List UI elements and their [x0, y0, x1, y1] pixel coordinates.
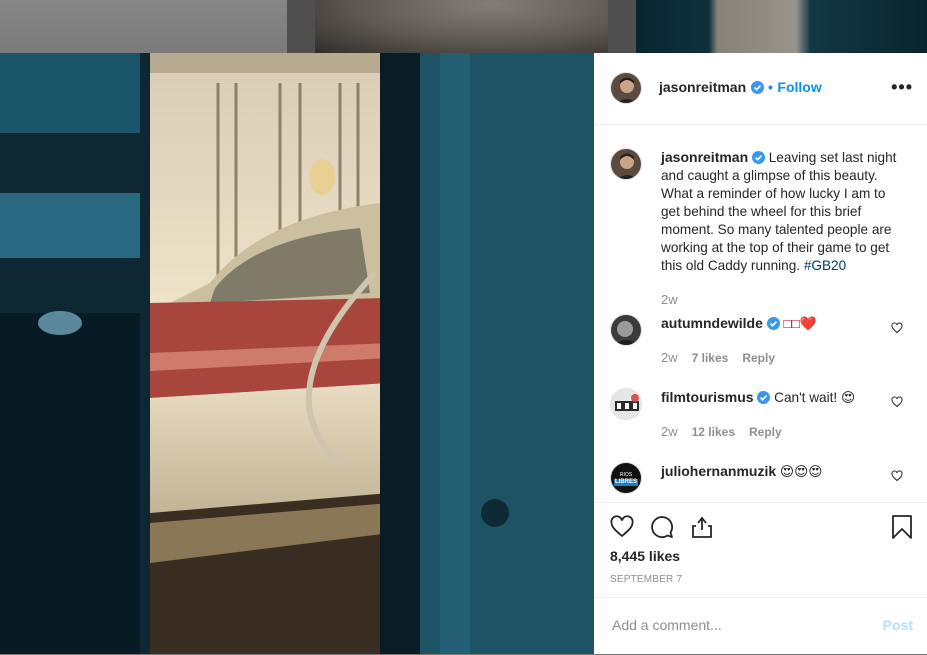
- post-actions: 8,445 likes SEPTEMBER 7: [594, 502, 927, 598]
- author-avatar-image: [611, 73, 641, 103]
- comments-list[interactable]: jasonreitman Leaving set last night and …: [594, 124, 927, 502]
- heart-icon[interactable]: [610, 515, 634, 539]
- verified-badge-icon: [766, 317, 780, 330]
- hashtag-link[interactable]: #GB20: [804, 258, 846, 273]
- likes-count[interactable]: 8,445 likes: [610, 548, 680, 564]
- post-photo[interactable]: [0, 53, 594, 654]
- avatar-badge-line1: RIOS: [619, 472, 633, 478]
- author-avatar[interactable]: [610, 72, 642, 104]
- caption-age: 2w: [661, 292, 678, 307]
- comment-age: 2w: [661, 350, 678, 365]
- comment-heart-icon[interactable]: [891, 396, 903, 408]
- commenter-avatar[interactable]: [610, 388, 642, 420]
- follow-button[interactable]: Follow: [777, 79, 821, 95]
- post-photo-image: [0, 53, 594, 654]
- caption-username[interactable]: jasonreitman: [661, 149, 748, 165]
- comment-heart-icon[interactable]: [891, 322, 903, 334]
- share-icon[interactable]: [690, 515, 714, 539]
- caption-text: Leaving set last night and caught a glim…: [661, 150, 897, 273]
- post-sidebar: jasonreitman • Follow ••• jasonreitman L…: [594, 53, 927, 654]
- comment-text: □□❤️: [783, 316, 817, 331]
- add-comment-bar: Post: [594, 597, 927, 655]
- comment-likes[interactable]: 7 likes: [692, 351, 729, 365]
- comment-text: Can't wait! 😍: [774, 390, 856, 405]
- separator-dot: •: [768, 79, 773, 95]
- reply-button[interactable]: Reply: [749, 425, 782, 439]
- add-comment-input[interactable]: [610, 616, 874, 634]
- verified-badge-icon: [750, 81, 764, 94]
- bookmark-icon[interactable]: [891, 515, 913, 539]
- verified-badge-icon: [751, 151, 765, 164]
- post-header: jasonreitman • Follow •••: [594, 53, 927, 125]
- post-comment-button[interactable]: Post: [883, 617, 913, 633]
- commenter-username[interactable]: autumndewilde: [661, 315, 763, 331]
- commenter-avatar-image: [611, 315, 641, 345]
- commenter-avatar[interactable]: RIOS LIBRES: [610, 462, 642, 494]
- post-date[interactable]: SEPTEMBER 7: [610, 574, 682, 585]
- commenter-username[interactable]: filmtourismus: [661, 389, 754, 405]
- commenter-avatar[interactable]: [610, 314, 642, 346]
- comment-likes[interactable]: 12 likes: [692, 425, 735, 439]
- verified-badge-icon: [757, 391, 771, 404]
- comment-heart-icon[interactable]: [891, 470, 903, 482]
- comment-age: 2w: [661, 424, 678, 439]
- caption-avatar[interactable]: [610, 148, 642, 180]
- author-username[interactable]: jasonreitman: [659, 79, 746, 95]
- avatar-badge-line2: LIBRES: [614, 479, 638, 486]
- commenter-username[interactable]: juliohernanmuzik: [661, 463, 776, 479]
- caption-avatar-image: [611, 149, 641, 179]
- comment-icon[interactable]: [650, 515, 674, 539]
- commenter-avatar-image: [611, 389, 641, 419]
- more-options-icon[interactable]: •••: [891, 77, 913, 98]
- reply-button[interactable]: Reply: [742, 351, 775, 365]
- comment-text: 😍😍😍: [779, 464, 823, 479]
